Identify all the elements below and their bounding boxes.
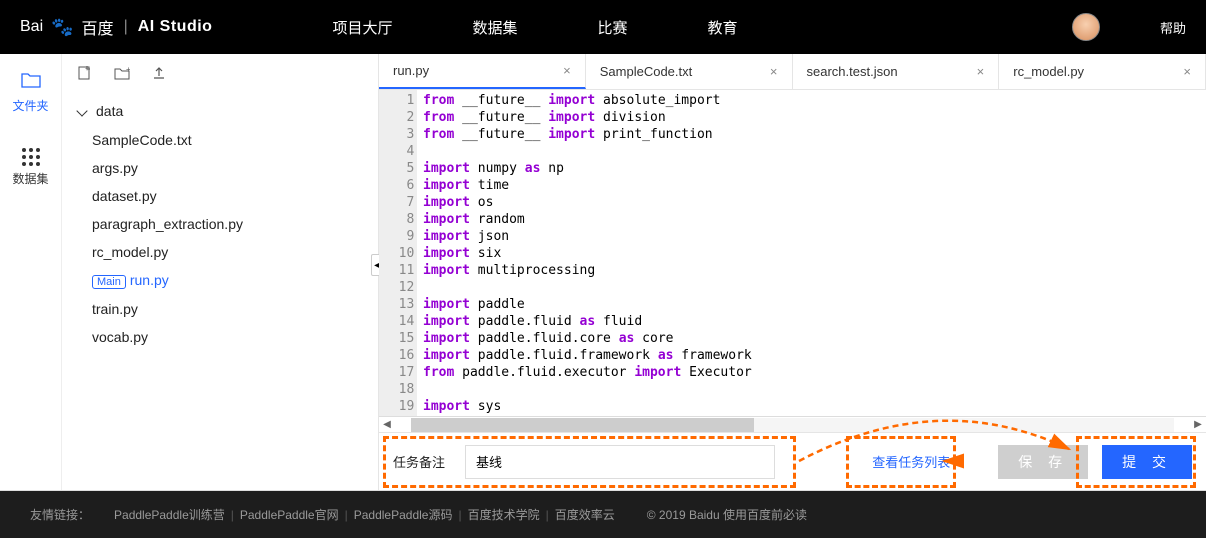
footer-link[interactable]: PaddlePaddle官网 [240,508,339,522]
paw-icon: 🐾 [51,17,73,38]
new-folder-icon[interactable]: + [114,66,130,84]
nav-1[interactable]: 数据集 [472,17,517,38]
logo-divider: | [124,18,128,36]
nav-links: 项目大厅 数据集 比赛 教育 [332,17,1072,38]
main-area: 文件夹 数据集 + + data SampleCode.txtargs.pyda… [0,54,1206,491]
dataset-icon [0,136,61,166]
close-icon[interactable]: × [1183,64,1191,79]
file-name: args.py [92,160,138,176]
sidebar-item-dataset[interactable]: 数据集 [0,136,61,187]
editor-area: ◀ run.py×SampleCode.txt×search.test.json… [378,54,1206,490]
sidebar-label-dataset: 数据集 [12,172,48,186]
file-row[interactable]: SampleCode.txt [78,126,378,154]
footer-link[interactable]: PaddlePaddle源码 [354,508,453,522]
scroll-right-icon[interactable]: ▶ [1190,419,1206,430]
nav-0[interactable]: 项目大厅 [332,17,392,38]
footer-link[interactable]: 百度技术学院 [468,508,540,522]
footer-label: 友情链接： [30,506,90,523]
chevron-down-icon [76,105,87,116]
logo[interactable]: Bai 🐾 百度 | AI Studio [20,15,212,39]
view-task-list-link[interactable]: 查看任务列表 [872,452,950,471]
footer-link[interactable]: 百度效率云 [555,508,615,522]
file-explorer: + + data SampleCode.txt args.py dataset.py… [62,54,378,490]
logo-aistudio: AI Studio [138,18,213,36]
task-note-label: 任务备注 [393,452,445,471]
submit-button[interactable]: 提 交 [1102,445,1192,479]
file-row[interactable]: vocab.py [78,323,378,351]
file-name: paragraph_extraction.py [92,216,243,232]
horizontal-scrollbar[interactable]: ◀ ▶ [379,416,1206,432]
file-name: SampleCode.txt [92,132,192,148]
file-name: vocab.py [92,329,148,345]
svg-text:+: + [126,66,130,74]
tab-label: rc_model.py [1013,64,1084,79]
tab-label: search.test.json [807,64,898,79]
nav-2[interactable]: 比赛 [597,17,627,38]
left-sidebar: 文件夹 数据集 [0,54,62,490]
nav-3[interactable]: 教育 [707,17,737,38]
sidebar-label-files: 文件夹 [12,99,48,113]
footer: 友情链接： PaddlePaddle训练营|PaddlePaddle官网|Pad… [0,491,1206,538]
editor-tab[interactable]: SampleCode.txt × [586,54,793,89]
file-name: train.py [92,301,138,317]
file-row[interactable]: train.py [78,295,378,323]
save-button[interactable]: 保 存 [998,445,1088,479]
close-icon[interactable]: × [977,64,985,79]
svg-text:+: + [85,66,89,73]
task-panel: 任务备注 查看任务列表 保 存 提 交 [379,432,1206,490]
file-toolbar: + + [62,54,378,96]
scroll-left-icon[interactable]: ◀ [379,419,395,430]
file-row[interactable]: Main run.py [78,266,378,295]
line-gutter: 1 2 3 4 5 6 7 8 9 10 11 12 13 14 15 16 1… [379,90,417,416]
folder-icon [0,72,61,93]
logo-baidu: 百度 [82,15,114,39]
footer-link[interactable]: PaddlePaddle训练营 [114,508,225,522]
folder-row[interactable]: data [78,96,378,126]
logo-bai: Bai [20,18,43,36]
file-name: run.py [130,272,169,288]
sidebar-item-files[interactable]: 文件夹 [0,72,61,114]
main-badge: Main [92,275,126,289]
file-name: rc_model.py [92,244,168,260]
editor-tab[interactable]: search.test.json × [793,54,1000,89]
file-row[interactable]: args.py [78,154,378,182]
file-tree: data SampleCode.txt args.py dataset.py para… [62,96,378,351]
editor-tab[interactable]: run.py × [379,54,586,89]
file-row[interactable]: dataset.py [78,182,378,210]
tab-label: SampleCode.txt [600,64,693,79]
task-note-input[interactable] [465,445,775,479]
editor-tab[interactable]: rc_model.py × [999,54,1206,89]
file-row[interactable]: rc_model.py [78,238,378,266]
code-content[interactable]: from __future__ import absolute_import f… [417,90,1206,416]
footer-copyright: © 2019 Baidu 使用百度前必读 [647,506,807,523]
file-row[interactable]: paragraph_extraction.py [78,210,378,238]
file-name: dataset.py [92,188,157,204]
upload-icon[interactable] [152,66,166,84]
tab-label: run.py [393,63,429,78]
editor-tabs: run.py×SampleCode.txt×search.test.json×r… [379,54,1206,90]
close-icon[interactable]: × [770,64,778,79]
avatar[interactable] [1072,13,1100,41]
code-editor[interactable]: 1 2 3 4 5 6 7 8 9 10 11 12 13 14 15 16 1… [379,90,1206,416]
scroll-thumb[interactable] [411,418,754,432]
new-file-icon[interactable]: + [78,66,92,84]
top-nav-bar: Bai 🐾 百度 | AI Studio 项目大厅 数据集 比赛 教育 帮助 [0,0,1206,54]
help-link[interactable]: 帮助 [1160,18,1186,37]
scroll-track[interactable] [411,418,1174,432]
folder-name: data [96,103,123,119]
close-icon[interactable]: × [563,63,571,78]
